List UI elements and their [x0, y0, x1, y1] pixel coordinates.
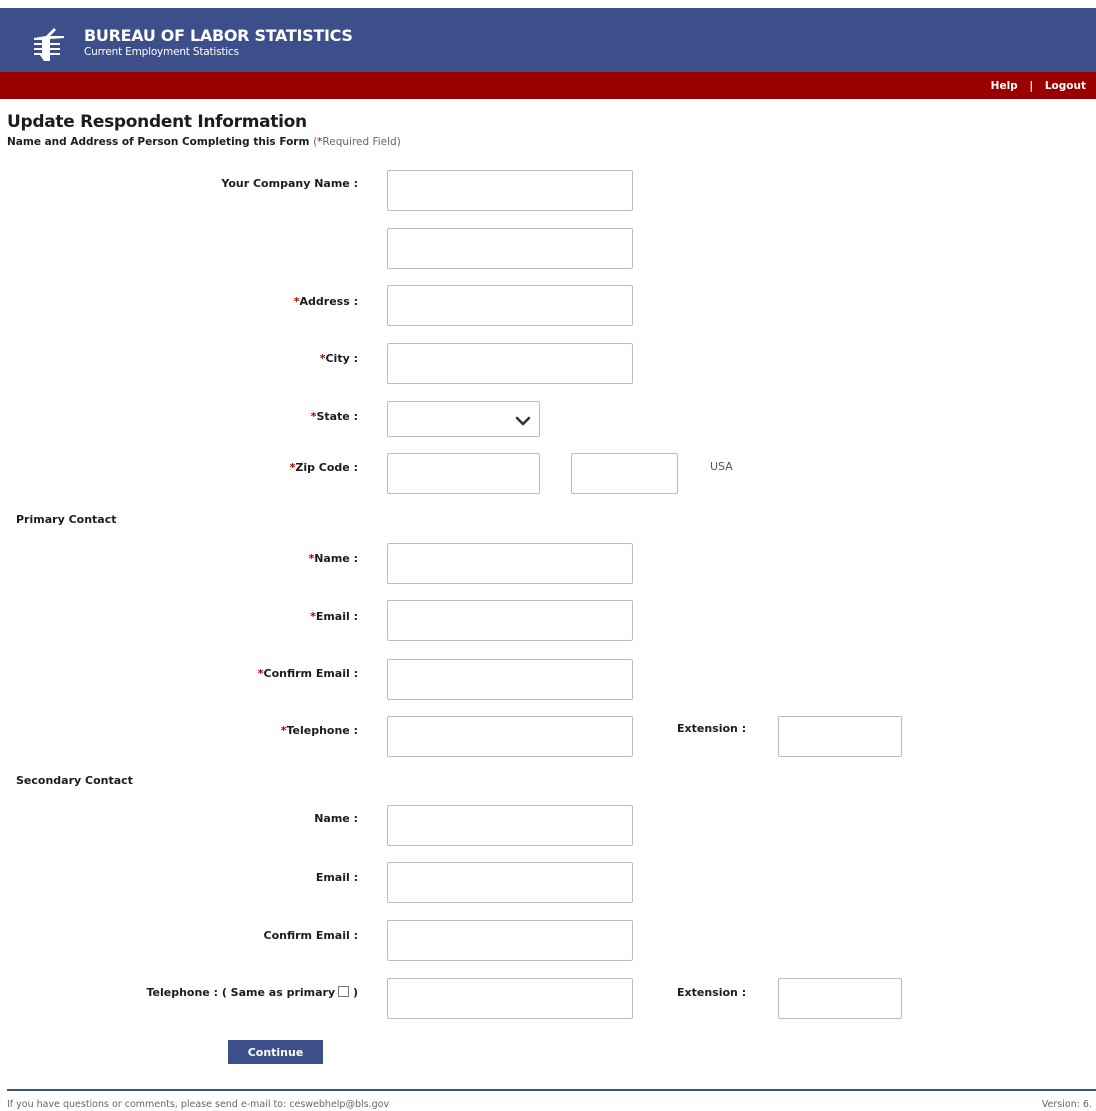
- secondary-email-label: Email :: [315, 871, 358, 884]
- secondary-telephone-input[interactable]: [387, 978, 633, 1019]
- company-name-input-2[interactable]: [387, 228, 633, 269]
- primary-email-label: *Email :: [310, 610, 358, 623]
- primary-email-input[interactable]: [387, 600, 633, 641]
- header-banner: BUREAU OF LABOR STATISTICS Current Emplo…: [0, 8, 1096, 72]
- same-as-primary-checkbox[interactable]: [338, 986, 350, 997]
- page-title: Update Respondent Information: [7, 112, 307, 132]
- subtitle-text: Name and Address of Person Completing th…: [7, 136, 310, 148]
- company-name-label: Your Company Name :: [221, 177, 358, 190]
- secondary-confirm-email-label: Confirm Email :: [263, 929, 359, 942]
- zip-code-input[interactable]: [387, 453, 540, 494]
- bls-logo-icon: [34, 28, 64, 61]
- secondary-extension-input[interactable]: [778, 978, 902, 1019]
- address-label: *Address :: [293, 295, 358, 308]
- link-separator: |: [1029, 80, 1034, 92]
- version-text: Version: 6.: [1041, 1099, 1092, 1110]
- country-text: USA: [710, 460, 733, 473]
- zip-code-label: *Zip Code :: [289, 461, 358, 474]
- page-subtitle: Name and Address of Person Completing th…: [7, 136, 401, 148]
- secondary-name-label: Name :: [314, 812, 358, 825]
- chevron-down-icon: [515, 416, 531, 426]
- secondary-confirm-email-input[interactable]: [387, 920, 633, 961]
- zip-extension-input[interactable]: [571, 453, 678, 494]
- required-note: (*Required Field): [313, 136, 401, 148]
- primary-telephone-input[interactable]: [387, 716, 633, 757]
- secondary-extension-label: Extension :: [677, 986, 747, 999]
- footer-divider: [7, 1089, 1096, 1091]
- primary-telephone-label: *Telephone :: [280, 724, 358, 737]
- primary-name-input[interactable]: [387, 543, 633, 584]
- company-name-input-1[interactable]: [387, 170, 633, 211]
- agency-name: BUREAU OF LABOR STATISTICS: [84, 26, 353, 45]
- continue-button[interactable]: Continue: [228, 1040, 323, 1064]
- primary-name-label: *Name :: [308, 552, 358, 565]
- help-link[interactable]: Help: [991, 80, 1018, 92]
- secondary-email-input[interactable]: [387, 862, 633, 903]
- footer-contact-text: If you have questions or comments, pleas…: [7, 1099, 390, 1110]
- address-input[interactable]: [387, 285, 633, 326]
- city-input[interactable]: [387, 343, 633, 384]
- primary-extension-input[interactable]: [778, 716, 902, 757]
- logout-link[interactable]: Logout: [1045, 80, 1086, 92]
- header-links: Help | Logout: [991, 80, 1086, 92]
- city-label: *City :: [319, 352, 358, 365]
- primary-confirm-email-input[interactable]: [387, 659, 633, 700]
- secondary-telephone-label: Telephone : ( Same as primary ): [146, 986, 358, 999]
- primary-contact-heading: Primary Contact: [16, 513, 117, 526]
- state-select[interactable]: [387, 401, 540, 437]
- top-line: [0, 0, 1096, 8]
- state-label: *State :: [310, 410, 358, 423]
- page: BUREAU OF LABOR STATISTICS Current Emplo…: [0, 0, 1096, 1111]
- primary-confirm-email-label: *Confirm Email :: [257, 667, 358, 680]
- nav-bar: [0, 72, 1096, 99]
- primary-extension-label: Extension :: [677, 722, 747, 735]
- secondary-contact-heading: Secondary Contact: [16, 774, 133, 787]
- program-name: Current Employment Statistics: [84, 46, 239, 58]
- secondary-name-input[interactable]: [387, 805, 633, 846]
